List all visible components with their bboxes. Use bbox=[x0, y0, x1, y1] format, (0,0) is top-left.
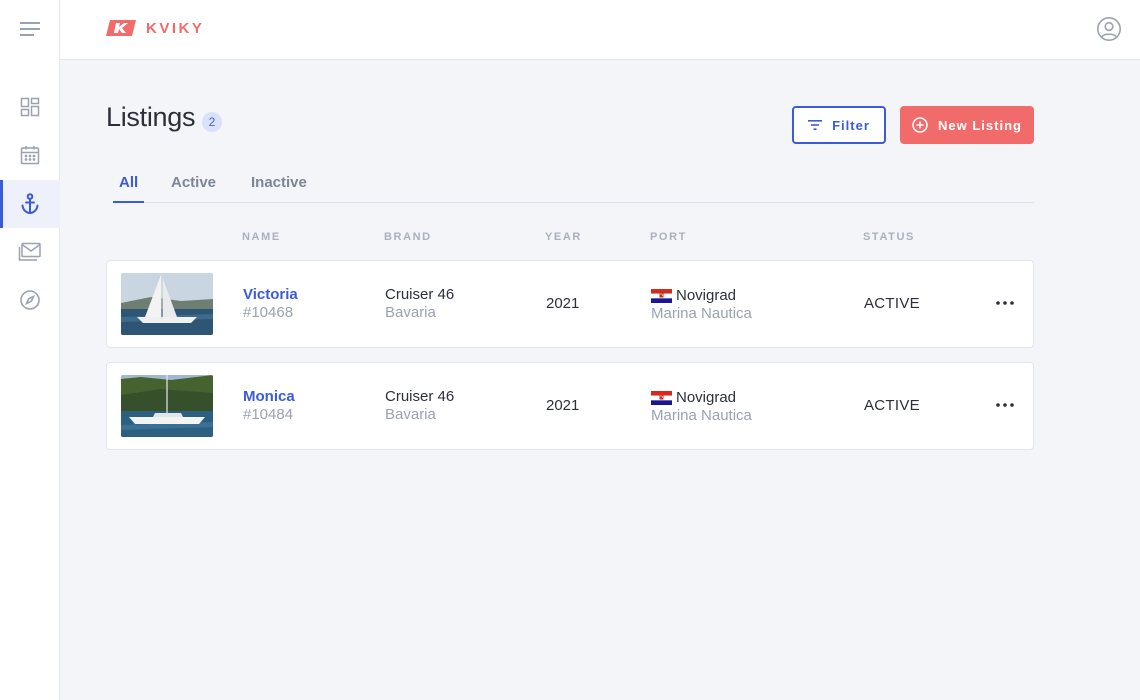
boat-photo[interactable] bbox=[121, 273, 213, 335]
table-row[interactable]: Monica #10484 Cruiser 46 Bavaria 2021 No… bbox=[106, 362, 1034, 450]
sidebar-item-listings[interactable] bbox=[0, 180, 60, 228]
user-icon bbox=[1097, 17, 1121, 41]
column-header-port[interactable]: PORT bbox=[650, 231, 687, 243]
brand-name: KVIKY bbox=[146, 19, 205, 37]
listing-name-link[interactable]: Victoria bbox=[243, 286, 298, 303]
filter-button-label: Filter bbox=[832, 117, 870, 133]
boat-brand: Bavaria bbox=[385, 304, 436, 321]
tab-inactive[interactable]: Inactive bbox=[245, 172, 313, 202]
boat-model: Cruiser 46 bbox=[385, 388, 455, 405]
tab-active[interactable]: Active bbox=[165, 172, 222, 202]
marina-name: Marina Nautica bbox=[651, 305, 752, 322]
column-header-brand[interactable]: BRAND bbox=[384, 231, 432, 243]
croatia-flag-icon bbox=[651, 288, 672, 303]
port-cell: Novigrad bbox=[651, 287, 736, 304]
kviky-logo-icon bbox=[106, 20, 136, 36]
boat-year: 2021 bbox=[546, 397, 580, 414]
port-cell: Novigrad bbox=[651, 389, 736, 406]
page-title: Listings bbox=[106, 102, 196, 132]
status-label: ACTIVE bbox=[864, 295, 920, 312]
column-header-status[interactable]: STATUS bbox=[863, 231, 915, 243]
filter-icon bbox=[808, 120, 823, 130]
account-button[interactable] bbox=[1096, 16, 1122, 42]
brand-logo[interactable]: KVIKY bbox=[104, 19, 204, 37]
sidebar-item-messages[interactable] bbox=[0, 228, 60, 276]
marina-name: Marina Nautica bbox=[651, 407, 752, 424]
column-header-name[interactable]: NAME bbox=[242, 231, 281, 243]
compass-icon bbox=[20, 290, 40, 310]
boat-brand: Bavaria bbox=[385, 406, 436, 423]
listing-id: #10468 bbox=[243, 304, 294, 321]
row-more-button[interactable] bbox=[991, 393, 1019, 417]
sidebar-item-dashboard[interactable] bbox=[0, 83, 60, 131]
dashboard-icon bbox=[20, 97, 40, 117]
more-horizontal-icon bbox=[996, 301, 1014, 305]
plus-circle-icon bbox=[912, 117, 928, 133]
mail-icon bbox=[18, 242, 41, 261]
row-more-button[interactable] bbox=[991, 291, 1019, 315]
sidebar bbox=[0, 0, 60, 700]
table-header: NAME BRAND YEAR PORT STATUS bbox=[106, 231, 1034, 247]
port-name: Novigrad bbox=[676, 287, 737, 304]
boat-year: 2021 bbox=[546, 295, 580, 312]
hamburger-icon bbox=[20, 22, 40, 36]
calendar-icon bbox=[20, 146, 40, 165]
tab-all[interactable]: All bbox=[113, 172, 145, 203]
status-label: ACTIVE bbox=[864, 397, 920, 414]
new-listing-button-label: New Listing bbox=[938, 117, 1022, 133]
menu-button[interactable] bbox=[0, 0, 60, 58]
table-row[interactable]: Victoria #10468 Cruiser 46 Bavaria 2021 … bbox=[106, 260, 1034, 348]
status-tabs: All Active Inactive bbox=[113, 172, 1034, 203]
anchor-icon bbox=[21, 193, 39, 215]
top-bar: KVIKY bbox=[60, 0, 1140, 60]
sidebar-item-explore[interactable] bbox=[0, 276, 60, 324]
port-name: Novigrad bbox=[676, 389, 737, 406]
sidebar-item-calendar[interactable] bbox=[0, 131, 60, 179]
more-horizontal-icon bbox=[996, 403, 1014, 407]
boat-model: Cruiser 46 bbox=[385, 286, 455, 303]
new-listing-button[interactable]: New Listing bbox=[900, 106, 1034, 144]
column-header-year[interactable]: YEAR bbox=[545, 231, 582, 243]
listing-name-link[interactable]: Monica bbox=[243, 388, 295, 405]
boat-photo[interactable] bbox=[121, 375, 213, 437]
filter-button[interactable]: Filter bbox=[792, 106, 886, 144]
listing-id: #10484 bbox=[243, 406, 294, 423]
croatia-flag-icon bbox=[651, 390, 672, 405]
listings-count-badge: 2 bbox=[202, 112, 222, 132]
